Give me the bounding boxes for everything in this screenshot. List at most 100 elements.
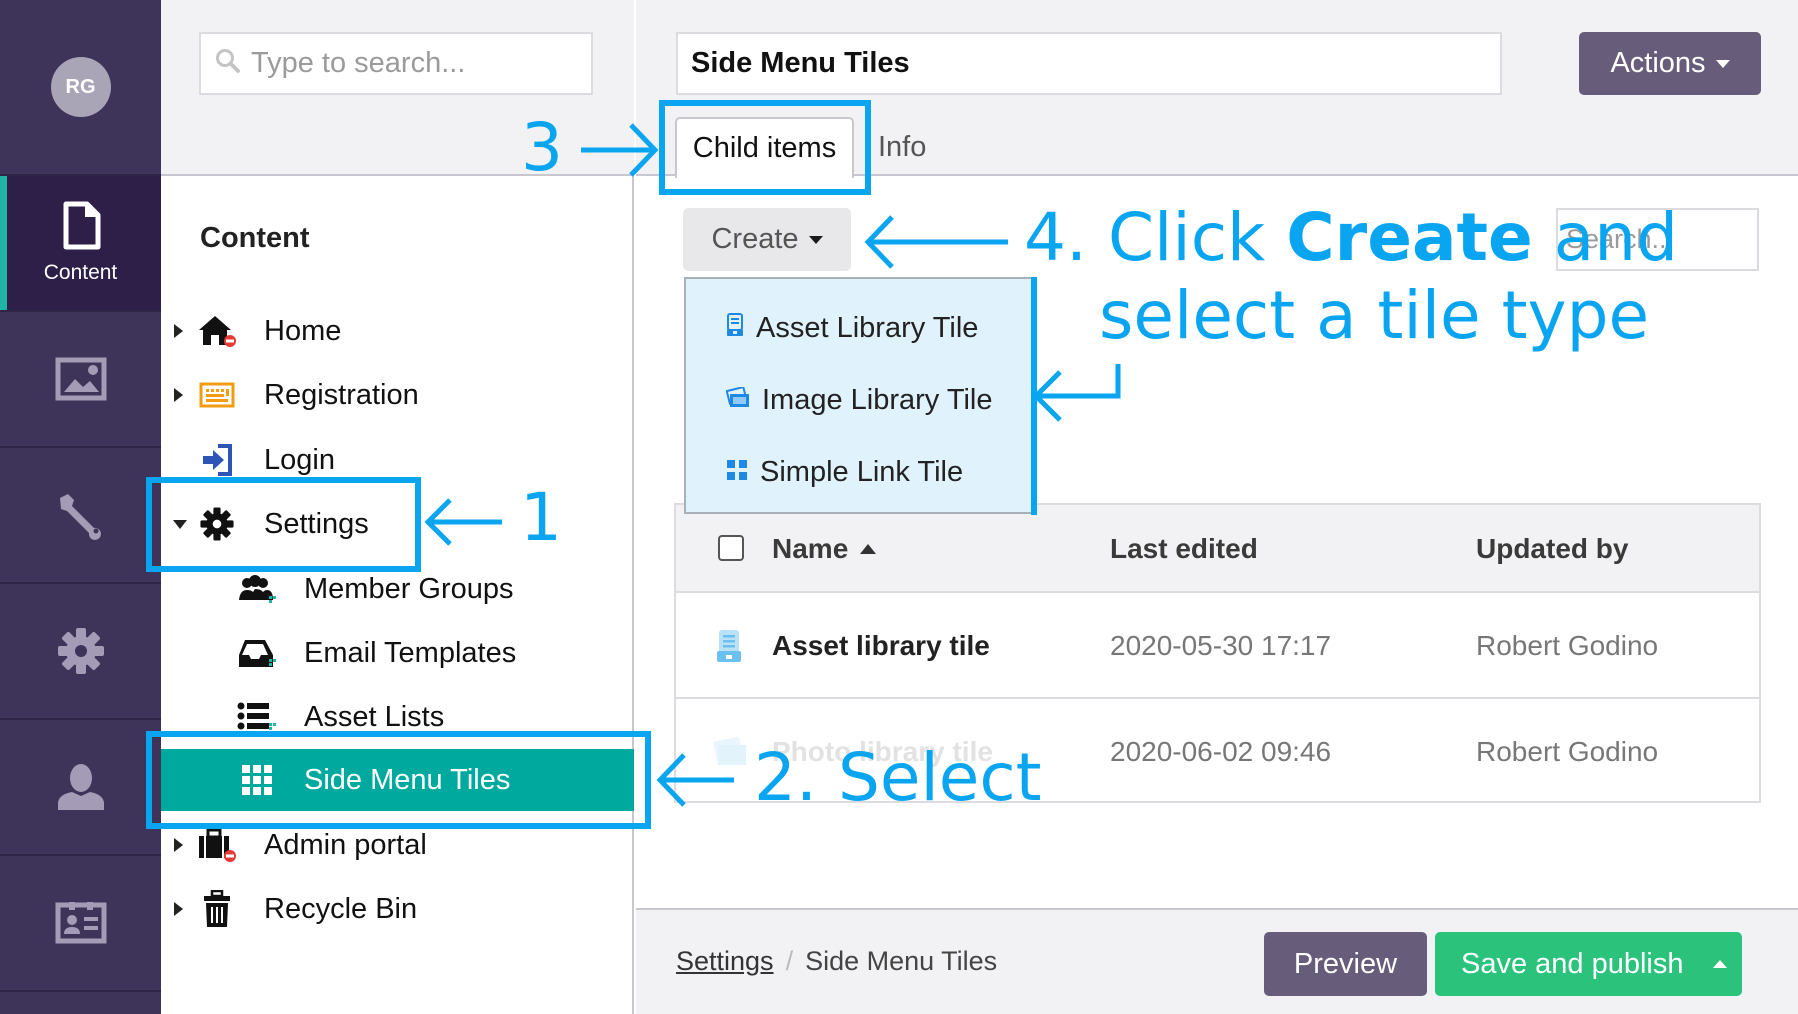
- tab-label: Child items: [692, 132, 837, 164]
- user-avatar[interactable]: RG: [50, 57, 111, 117]
- annotation-step4-line1: 4. Click Create and: [1024, 199, 1678, 276]
- breadcrumb-link-settings[interactable]: Settings: [676, 946, 774, 977]
- tree-item-member-groups[interactable]: Member Groups: [161, 558, 634, 620]
- expand-caret-icon[interactable]: [174, 902, 183, 916]
- editor-panel: Actions Child items Info Create Name Las…: [636, 0, 1798, 1014]
- publish-options-button[interactable]: [1697, 932, 1742, 996]
- editor-header: Actions Child items Info: [636, 0, 1798, 178]
- nav-forms[interactable]: [0, 856, 161, 992]
- image-icon: [55, 357, 107, 401]
- tab-child-items[interactable]: Child items: [675, 117, 854, 178]
- id-card-icon: [55, 902, 107, 944]
- expand-caret-icon[interactable]: [174, 388, 183, 402]
- expand-caret-icon[interactable]: [174, 838, 183, 852]
- briefcase-icon: [197, 825, 237, 865]
- keyboard-icon: [197, 375, 237, 415]
- tree-item-settings[interactable]: Settings: [161, 493, 634, 555]
- annotation-dropdown-edge: [1031, 277, 1037, 515]
- user-icon: [56, 762, 106, 812]
- actions-button[interactable]: Actions: [1579, 32, 1761, 95]
- menu-item-asset-library-tile[interactable]: Asset Library Tile: [726, 303, 978, 353]
- create-dropdown-menu: Asset Library Tile Image Library Tile Si…: [684, 277, 1033, 514]
- nav-gear[interactable]: [0, 584, 161, 720]
- editor-footer: Settings / Side Menu Tiles Preview Save …: [636, 908, 1798, 1014]
- main-nav-sidebar: RG Content: [0, 0, 161, 1014]
- collapse-caret-icon[interactable]: [173, 519, 187, 529]
- sign-in-icon: [197, 440, 237, 480]
- sort-ascending-icon: [860, 544, 877, 554]
- row-updated-by: Robert Godino: [1476, 736, 1659, 767]
- annotation-arrow-step4-return: [1030, 364, 1122, 432]
- breadcrumb-current: Side Menu Tiles: [805, 946, 998, 976]
- images-icon: [725, 384, 750, 417]
- tree-item-side-menu-tiles[interactable]: Side Menu Tiles: [161, 749, 634, 811]
- tree-search-input[interactable]: [251, 47, 591, 80]
- row-last-edited: 2020-05-30 17:17: [1110, 630, 1332, 661]
- tree-item-login[interactable]: Login: [161, 429, 634, 491]
- search-icon: [215, 48, 241, 79]
- chevron-up-icon: [1712, 960, 1727, 968]
- tree-item-label: Email Templates: [304, 636, 517, 669]
- tree-item-recycle-bin[interactable]: Recycle Bin: [161, 878, 634, 940]
- archive-icon: [716, 593, 742, 699]
- tree-item-label: Member Groups: [304, 572, 514, 605]
- tree-item-email-templates[interactable]: Email Templates: [161, 622, 634, 684]
- content-tree-panel: Content Home Registration Login Settings: [161, 0, 634, 1014]
- column-header-updated-by[interactable]: Updated by: [1476, 505, 1628, 593]
- archive-icon: [726, 312, 744, 345]
- preview-button[interactable]: Preview: [1264, 932, 1427, 996]
- actions-label: Actions: [1610, 47, 1706, 79]
- home-icon: [197, 311, 237, 351]
- menu-item-simple-link-tile[interactable]: Simple Link Tile: [726, 447, 963, 497]
- gear-icon: [197, 504, 237, 544]
- grid-icon: [237, 760, 277, 800]
- table-row[interactable]: Asset library tile 2020-05-30 17:17 Robe…: [676, 593, 1759, 699]
- tree-item-label: Home: [264, 314, 342, 347]
- column-header-last-edited[interactable]: Last edited: [1110, 505, 1258, 593]
- menu-item-image-library-tile[interactable]: Image Library Tile: [725, 375, 993, 425]
- select-all-checkbox[interactable]: [718, 535, 744, 561]
- annotation-step4-line2: select a tile type: [1099, 277, 1650, 354]
- trash-icon: [197, 889, 237, 929]
- tab-label: Info: [878, 131, 927, 163]
- tab-info[interactable]: Info: [878, 117, 926, 178]
- wrench-icon: [56, 490, 106, 540]
- nav-content[interactable]: Content: [0, 176, 161, 312]
- gear-icon: [56, 626, 106, 676]
- nav-content-label: Content: [43, 261, 118, 284]
- create-button[interactable]: Create: [683, 208, 851, 271]
- row-last-edited: 2020-06-02 09:46: [1110, 736, 1332, 767]
- tree-item-label: Recycle Bin: [264, 892, 418, 925]
- node-name-input[interactable]: [676, 32, 1502, 95]
- create-label: Create: [711, 223, 799, 255]
- tiles-icon: [726, 456, 748, 489]
- expand-caret-icon[interactable]: [174, 324, 183, 338]
- menu-item-label: Asset Library Tile: [756, 311, 979, 344]
- tree-section-title: Content: [200, 222, 310, 254]
- tree-item-label: Login: [264, 443, 335, 476]
- tree-item-admin-portal[interactable]: Admin portal: [161, 814, 634, 876]
- tree-item-label: Settings: [264, 507, 369, 540]
- save-and-publish-button[interactable]: Save and publish: [1435, 932, 1697, 996]
- tree-item-registration[interactable]: Registration: [161, 364, 634, 426]
- row-name[interactable]: Asset library tile: [772, 593, 990, 699]
- user-section: RG: [0, 0, 161, 176]
- column-header-name[interactable]: Name: [772, 505, 877, 593]
- tree-item-home[interactable]: Home: [161, 300, 634, 362]
- annotation-step2-label: 2. Select: [754, 739, 1042, 816]
- inbox-icon: [237, 633, 277, 673]
- nav-media[interactable]: [0, 312, 161, 448]
- nav-members[interactable]: [0, 720, 161, 856]
- tree-item-label: Registration: [264, 378, 419, 411]
- tree-header: [161, 0, 634, 176]
- annotation-step1-label: 1: [520, 479, 562, 556]
- tree-item-asset-lists[interactable]: Asset Lists: [161, 686, 634, 748]
- menu-item-label: Image Library Tile: [762, 383, 993, 416]
- tree-item-label: Admin portal: [264, 828, 427, 861]
- table-header: Name Last edited Updated by: [676, 505, 1759, 593]
- nav-settings[interactable]: [0, 448, 161, 584]
- tree-item-label: Side Menu Tiles: [304, 763, 511, 796]
- chevron-down-icon: [1715, 59, 1730, 68]
- chevron-down-icon: [808, 235, 823, 244]
- tree-search-box[interactable]: [199, 32, 593, 95]
